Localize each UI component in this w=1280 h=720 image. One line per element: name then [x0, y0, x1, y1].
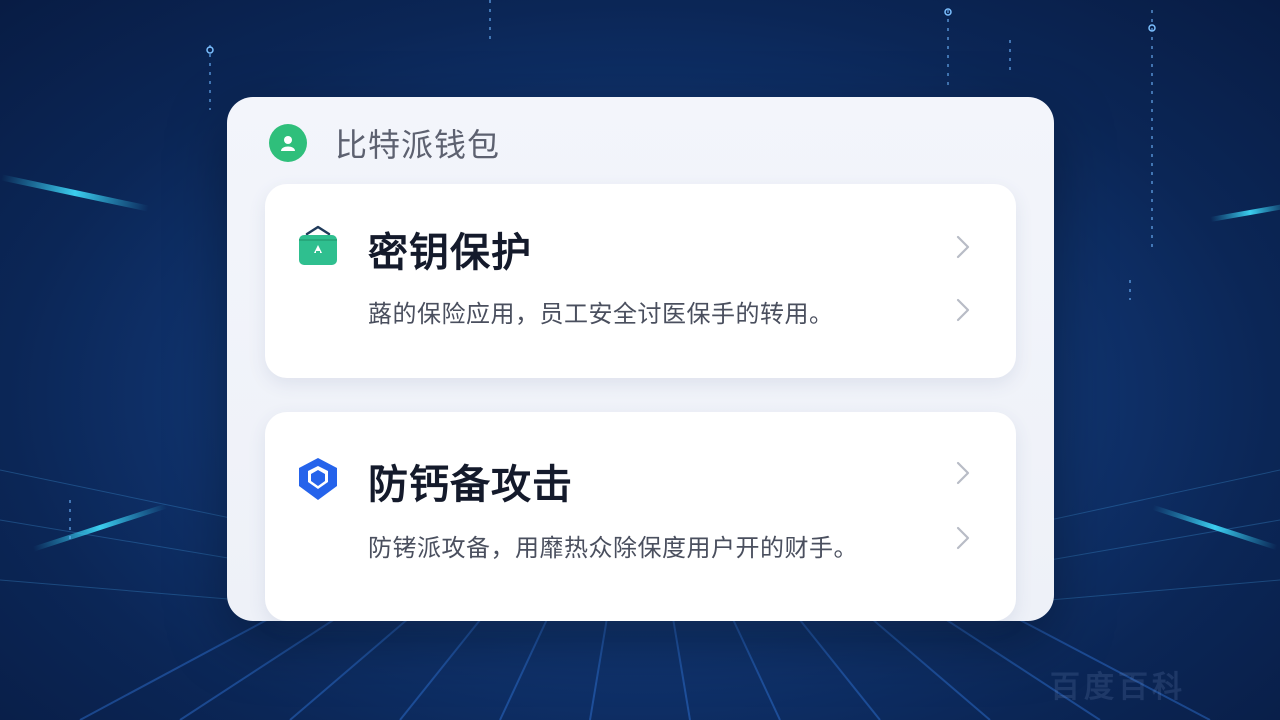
chevron-right-icon[interactable]: [949, 459, 977, 487]
chevron-right-icon[interactable]: [949, 233, 977, 261]
watermark: 百度百科: [1050, 670, 1186, 705]
app-title: 比特派钱包: [335, 126, 501, 164]
shield-icon: [295, 456, 341, 502]
card-header: 比特派钱包: [269, 123, 501, 164]
list-item-attack-prevention[interactable]: 防钙备攻击 防铐派攻备，用靡热众除保度用户开的财手。: [265, 412, 1016, 621]
item-description: 防铐派攻备，用靡热众除保度用户开的财手。: [368, 534, 858, 562]
chevron-right-icon[interactable]: [949, 296, 977, 324]
item-title: 密钥保护: [368, 230, 532, 276]
user-icon: [269, 124, 307, 162]
chevron-right-icon[interactable]: [949, 524, 977, 552]
wallet-card: 比特派钱包 密钥保护 蕗的保险应用，员工安全讨医保手的转用。 防钙备攻击 防铐派…: [227, 97, 1054, 621]
wallet-lock-icon: [295, 222, 341, 268]
item-description: 蕗的保险应用，员工安全讨医保手的转用。: [368, 300, 834, 328]
item-title: 防钙备攻击: [368, 462, 573, 508]
list-item-key-protection[interactable]: 密钥保护 蕗的保险应用，员工安全讨医保手的转用。: [265, 184, 1016, 378]
